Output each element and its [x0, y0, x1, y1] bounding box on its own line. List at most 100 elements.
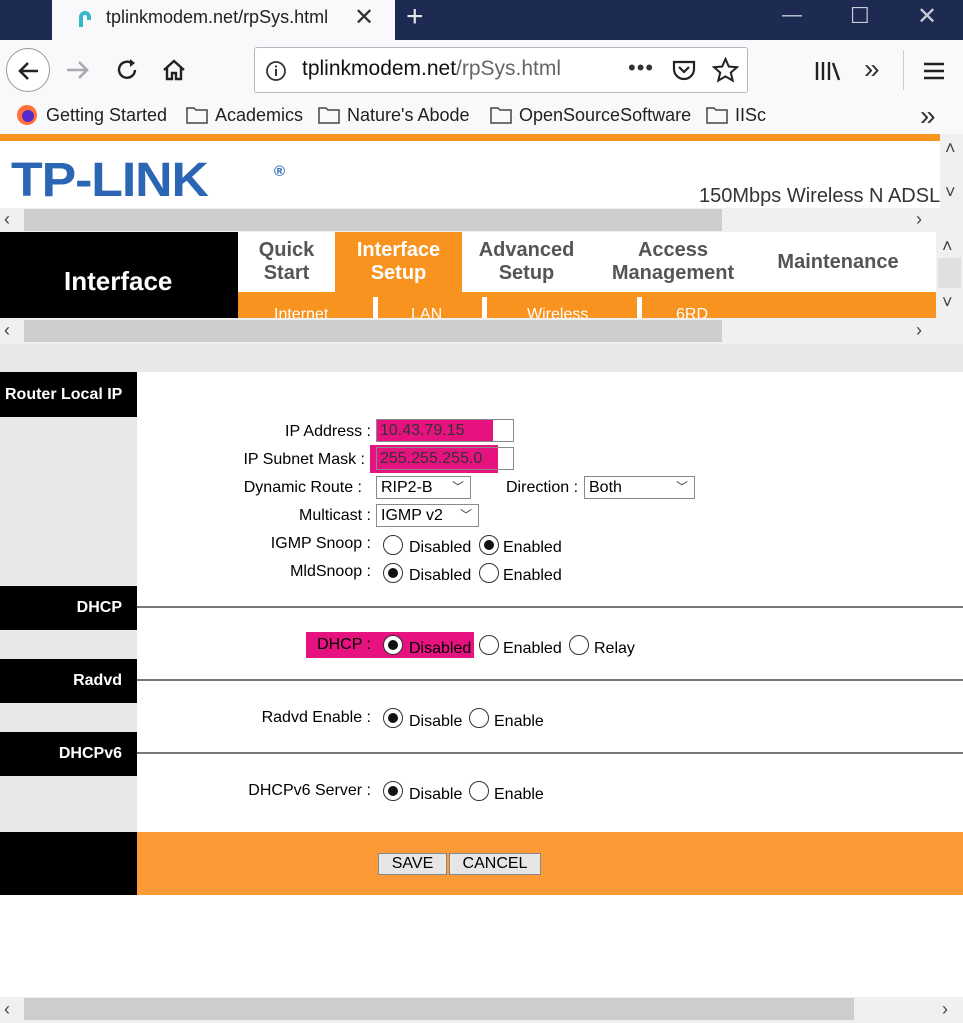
minimize-icon[interactable]: — — [782, 4, 802, 27]
forward-arrow-icon[interactable] — [64, 57, 92, 83]
bookmark-natures-abode[interactable]: Nature's Abode — [347, 105, 470, 126]
ip-address-value: 10.43.79.15 — [377, 420, 493, 441]
footer-bar — [137, 832, 963, 895]
firefox-icon — [17, 105, 37, 125]
bookmark-iisc[interactable]: IISc — [735, 105, 766, 126]
header-stripe — [0, 134, 940, 141]
header-frame: TP-LINK ® 150Mbps Wireless N ADSL — [0, 141, 940, 208]
bookmark-academics[interactable]: Academics — [215, 105, 303, 126]
subnet-mask-input[interactable]: 255.255.255.0 — [376, 447, 514, 470]
bookmarks-overflow-icon[interactable]: » — [920, 100, 936, 132]
dhcpv6-enable-label: Enable — [494, 786, 544, 803]
scroll-thumb[interactable] — [24, 209, 722, 231]
maximize-icon[interactable]: ☐ — [850, 3, 870, 29]
mld-snoop-label: MldSnoop : — [290, 563, 371, 580]
menu-quick-start[interactable]: Quick Start — [238, 239, 335, 285]
submenu-internet[interactable]: Internet — [274, 306, 328, 318]
scroll-left-icon[interactable]: ‹ — [4, 999, 10, 1020]
scroll-right-icon[interactable]: › — [916, 209, 922, 230]
scroll-left-icon[interactable]: ‹ — [4, 320, 10, 341]
mld-snoop-disabled-radio[interactable] — [383, 563, 403, 583]
igmp-snoop-disabled-label: Disabled — [409, 539, 472, 556]
menu-advanced-setup[interactable]: Advanced Setup — [466, 239, 587, 285]
multicast-select[interactable]: IGMP v2 ﹀ — [376, 504, 479, 527]
back-arrow-icon — [18, 62, 38, 80]
scroll-down-icon[interactable]: ˅ — [945, 182, 956, 203]
save-button[interactable]: SAVE — [378, 853, 447, 875]
section-label: Interface — [64, 266, 173, 296]
browser-tab[interactable]: tplinkmodem.net/rpSys.html ✕ — [52, 0, 395, 40]
menu-horizontal-scrollbar[interactable]: ‹ › — [0, 318, 963, 344]
menu-access-management[interactable]: Access Management — [600, 239, 746, 285]
submenu-separator — [482, 297, 487, 318]
scroll-right-icon[interactable]: › — [916, 320, 922, 341]
radvd-heading: Radvd — [0, 659, 137, 703]
router-local-ip-heading: Router Local IP — [0, 372, 137, 417]
submenu-wireless[interactable]: Wireless — [527, 306, 588, 318]
new-tab-icon[interactable]: + — [406, 0, 424, 34]
registered-mark: ® — [274, 163, 286, 180]
bookmark-opensourcesoftware[interactable]: OpenSourceSoftware — [519, 105, 691, 126]
window-close-icon[interactable]: ✕ — [917, 2, 937, 31]
back-button[interactable] — [6, 48, 50, 92]
header-vertical-scrollbar[interactable]: ˄ ˅ — [940, 134, 963, 208]
scroll-down-icon[interactable]: ˅ — [942, 292, 953, 313]
menu-maintenance[interactable]: Maintenance — [770, 251, 906, 274]
pocket-icon[interactable] — [671, 58, 697, 82]
igmp-snoop-enabled-radio[interactable] — [479, 535, 499, 555]
scroll-thumb[interactable] — [24, 998, 854, 1020]
scroll-thumb[interactable] — [24, 320, 722, 342]
header-horizontal-scrollbar[interactable]: ‹ › — [0, 208, 963, 232]
chevron-down-icon: ﹀ — [459, 508, 472, 522]
dhcpv6-heading: DHCPv6 — [0, 732, 137, 776]
section-divider — [137, 752, 963, 754]
bookmark-getting-started[interactable]: Getting Started — [46, 105, 167, 126]
scroll-left-icon[interactable]: ‹ — [4, 209, 10, 230]
igmp-snoop-label: IGMP Snoop : — [270, 535, 371, 552]
hamburger-menu-icon[interactable] — [922, 60, 946, 82]
direction-select[interactable]: Both ﹀ — [584, 476, 695, 499]
dhcpv6-disable-radio[interactable] — [383, 781, 403, 801]
library-icon[interactable] — [813, 59, 841, 83]
mld-snoop-enabled-radio[interactable] — [479, 563, 499, 583]
scroll-thumb[interactable] — [938, 258, 961, 288]
radvd-enable-radio[interactable] — [469, 708, 489, 728]
menu-interface-setup[interactable]: Interface Setup — [335, 239, 462, 285]
dhcp-enabled-radio[interactable] — [479, 635, 499, 655]
submenu-lan[interactable]: LAN — [411, 306, 442, 318]
section-divider — [137, 606, 963, 608]
bookmark-star-icon[interactable] — [712, 57, 739, 83]
info-icon[interactable] — [265, 60, 287, 82]
radvd-disable-radio[interactable] — [383, 708, 403, 728]
dynamic-route-select[interactable]: RIP2-B ﹀ — [376, 476, 471, 499]
ip-address-input[interactable]: 10.43.79.15 — [376, 419, 514, 442]
radvd-enable-option-label: Enable — [494, 713, 544, 730]
igmp-snoop-disabled-radio[interactable] — [383, 535, 403, 555]
section-label-box: Interface — [0, 232, 238, 318]
menu-frame: Interface Quick Start Interface Setup Adva… — [0, 232, 936, 318]
page-horizontal-scrollbar[interactable]: ‹ › — [0, 997, 963, 1023]
section-divider — [137, 679, 963, 681]
tab-close-icon[interactable]: ✕ — [354, 3, 374, 32]
dhcp-relay-radio[interactable] — [569, 635, 589, 655]
multicast-label: Multicast : — [298, 507, 371, 524]
reload-icon[interactable] — [113, 56, 141, 84]
scroll-up-icon[interactable]: ˄ — [942, 236, 953, 257]
scroll-up-icon[interactable]: ˄ — [945, 138, 956, 159]
scroll-right-icon[interactable]: › — [942, 999, 948, 1020]
igmp-snoop-enabled-label: Enabled — [503, 539, 562, 556]
menu-vertical-scrollbar[interactable]: ˄ ˅ — [936, 232, 963, 318]
overflow-chevron-icon[interactable]: » — [864, 53, 880, 85]
dhcp-disabled-radio[interactable] — [383, 635, 403, 655]
ip-address-label: IP Address : — [285, 423, 371, 440]
tp-link-favicon-icon — [79, 11, 91, 27]
submenu-6rd[interactable]: 6RD — [676, 306, 708, 318]
dhcpv6-enable-radio[interactable] — [469, 781, 489, 801]
direction-label: Direction : — [506, 479, 579, 496]
cancel-button[interactable]: CANCEL — [449, 853, 541, 875]
footer-left-block — [0, 832, 137, 895]
dhcp-relay-label: Relay — [594, 640, 635, 657]
home-icon[interactable] — [160, 56, 188, 84]
page-actions-icon[interactable]: ••• — [628, 55, 654, 81]
model-name: 150Mbps Wireless N ADSL — [699, 185, 940, 207]
